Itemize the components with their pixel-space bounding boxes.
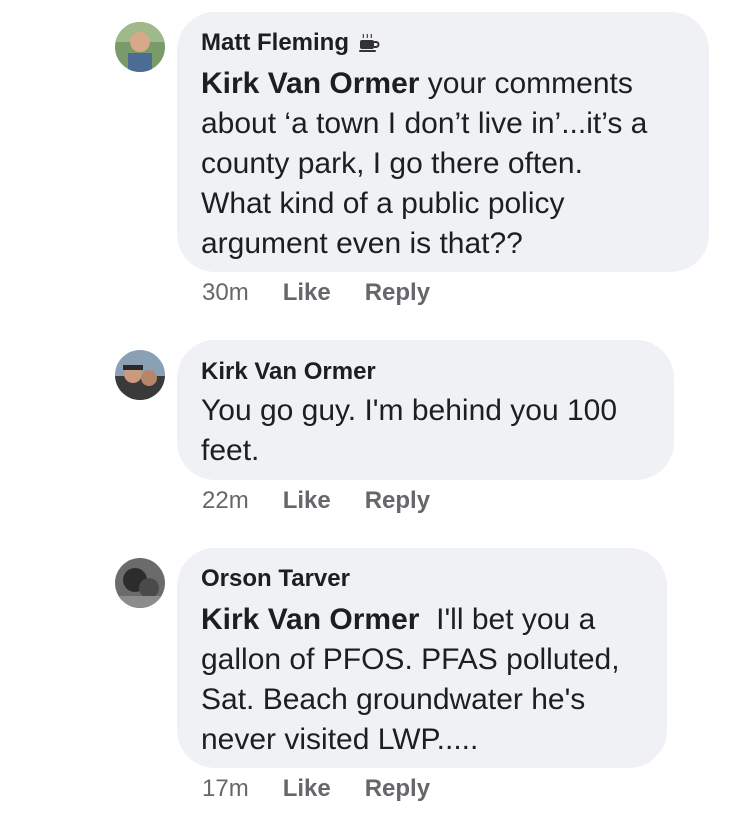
comment-bubble-2: Kirk Van Ormer You go guy. I'm behind yo… xyxy=(177,340,674,480)
comment-bubble-1: Matt Fleming Kirk Van Ormer your comment… xyxy=(177,12,709,272)
comment-text: Kirk Van Ormer I'll bet you a gallon of … xyxy=(201,603,620,756)
like-button[interactable]: Like xyxy=(283,775,331,803)
reply-button[interactable]: Reply xyxy=(365,279,430,307)
comment-author[interactable]: Kirk Van Ormer xyxy=(201,357,652,387)
timestamp[interactable]: 30m xyxy=(202,279,249,307)
comment-actions: 30m Like Reply xyxy=(202,279,430,307)
author-name[interactable]: Kirk Van Ormer xyxy=(201,358,376,386)
reply-button[interactable]: Reply xyxy=(365,487,430,515)
comment-text: Kirk Van Ormer your comments about ‘a to… xyxy=(201,67,648,260)
timestamp[interactable]: 22m xyxy=(202,487,249,515)
comment-text: You go guy. I'm behind you 100 feet. xyxy=(201,394,618,467)
avatar-matt-fleming[interactable] xyxy=(115,22,165,72)
comment-actions: 22m Like Reply xyxy=(202,487,430,515)
mention-link[interactable]: Kirk Van Ormer xyxy=(201,67,419,100)
coffee-cup-icon xyxy=(357,31,381,55)
timestamp[interactable]: 17m xyxy=(202,775,249,803)
comment-bubble-3: Orson Tarver Kirk Van Ormer I'll bet you… xyxy=(177,548,667,768)
comment-author[interactable]: Matt Fleming xyxy=(201,28,687,58)
avatar-kirk-van-ormer[interactable] xyxy=(115,350,165,400)
comment-author[interactable]: Orson Tarver xyxy=(201,564,645,594)
author-name[interactable]: Matt Fleming xyxy=(201,29,349,57)
comment-actions: 17m Like Reply xyxy=(202,775,430,803)
author-name[interactable]: Orson Tarver xyxy=(201,565,350,593)
avatar-orson-tarver[interactable] xyxy=(115,558,165,608)
like-button[interactable]: Like xyxy=(283,487,331,515)
like-button[interactable]: Like xyxy=(283,279,331,307)
mention-link[interactable]: Kirk Van Ormer xyxy=(201,603,419,636)
reply-button[interactable]: Reply xyxy=(365,775,430,803)
